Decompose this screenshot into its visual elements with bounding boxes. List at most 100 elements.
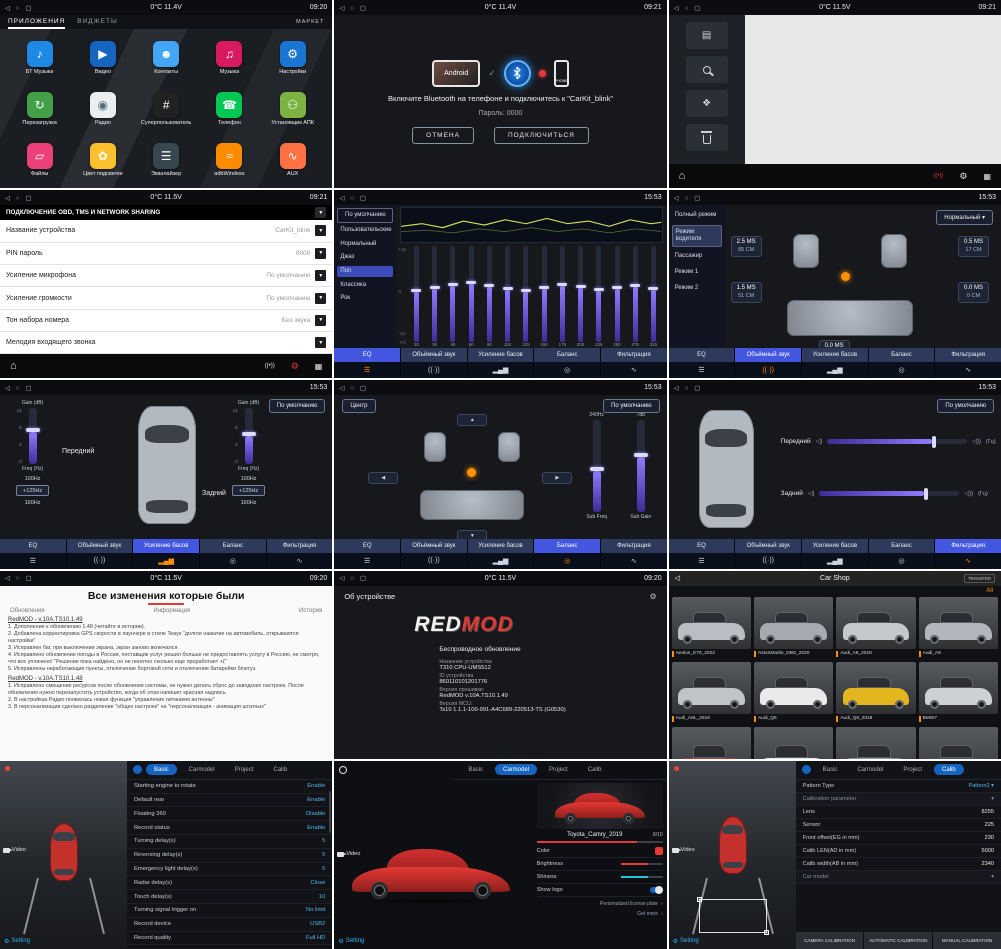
tab-eq[interactable]: EQ☰ bbox=[669, 539, 735, 569]
tab-filter[interactable]: Фильтрация∿ bbox=[935, 539, 1001, 569]
balance-position-dot[interactable] bbox=[467, 468, 476, 477]
automatic-calibration-button[interactable]: AUTOMATIC CALIBRATION bbox=[864, 932, 932, 949]
tab-basic[interactable]: Basic bbox=[146, 764, 177, 775]
eq-band[interactable]: 275 bbox=[627, 246, 643, 347]
car-3d-preview[interactable] bbox=[352, 849, 510, 895]
eq-band[interactable]: 60 bbox=[463, 246, 479, 347]
setting-row-ringtone[interactable]: Мелодия входящего звонка▼ bbox=[0, 332, 332, 354]
seat-front-left[interactable] bbox=[793, 234, 819, 268]
eq-band[interactable]: 225 bbox=[591, 246, 607, 347]
setting-button[interactable]: ⚙Setting bbox=[673, 938, 699, 945]
car-card[interactable]: AstonMartin_DBS_2020 bbox=[754, 597, 833, 659]
eq-band[interactable]: 150 bbox=[536, 246, 552, 347]
tab-calib[interactable]: Calib bbox=[580, 764, 610, 775]
app-radio[interactable]: ◉Радио bbox=[71, 83, 134, 134]
car-card[interactable]: Audi_Q8_2018 bbox=[836, 662, 915, 724]
tab-surround[interactable]: Объёмный звук((·)) bbox=[735, 539, 801, 569]
car-card[interactable]: Audi_A6_2018 bbox=[836, 597, 915, 659]
preset-normal[interactable]: Нормальный bbox=[337, 238, 393, 250]
car-card[interactable]: Audi_A8L_2018 bbox=[672, 662, 751, 724]
tab-bass-boost[interactable]: Усиление басов▂▄▆ bbox=[133, 539, 199, 569]
setting-row[interactable]: Turning signal trigger onNo limit bbox=[127, 904, 332, 918]
ota-link[interactable]: Беспроводное обновление bbox=[439, 646, 656, 653]
seat-rear-bench[interactable] bbox=[787, 300, 913, 336]
transfer-badge[interactable]: TRANSFER bbox=[964, 574, 995, 583]
setting-row[interactable]: Record deviceUSB2 bbox=[127, 918, 332, 932]
front-freq-160[interactable]: 160Hz bbox=[19, 498, 47, 507]
nav-icons[interactable]: ◁ ○ ▢ bbox=[5, 574, 34, 582]
setting-row-mic-gain[interactable]: Усиление микрофонаПо умолчанию▼ bbox=[0, 265, 332, 287]
nav-icons[interactable]: ◁ ○ ▢ bbox=[339, 194, 368, 202]
tab-filter[interactable]: Фильтрация∿ bbox=[935, 348, 1001, 378]
rear-gain-slider[interactable] bbox=[245, 408, 253, 464]
setting-row[interactable]: Turning delay(s)5 bbox=[127, 835, 332, 849]
default-button[interactable]: По умолчанию bbox=[603, 399, 660, 413]
mode-full[interactable]: Полный режим bbox=[672, 209, 722, 222]
brightness-row[interactable]: Brightness bbox=[537, 858, 663, 871]
camera-calibration-button[interactable]: CAMERA CALIBRATION bbox=[796, 932, 864, 949]
app-settings[interactable]: ⚙Настройки bbox=[261, 32, 324, 83]
delete-button[interactable] bbox=[686, 124, 728, 151]
calibration-frame[interactable] bbox=[699, 899, 767, 933]
setting-row[interactable]: Reversing delay(s)5 bbox=[127, 849, 332, 863]
pattern-type-row[interactable]: Pattern TypePattern2 ▾ bbox=[796, 780, 1001, 793]
rear-freq-125[interactable]: +125Hz bbox=[232, 485, 265, 496]
mode-passenger[interactable]: Пассажир bbox=[672, 250, 722, 263]
tab-updates[interactable]: Обновления bbox=[10, 608, 45, 614]
tab-balance[interactable]: Баланс◎ bbox=[200, 539, 266, 569]
delay-chip-rear-left[interactable]: 1.5 MS51 CM bbox=[731, 282, 762, 302]
app-video[interactable]: ▶Видео bbox=[71, 32, 134, 83]
eq-band[interactable]: 250 bbox=[609, 246, 625, 347]
app-contacts[interactable]: ☻Контакты bbox=[135, 32, 198, 83]
chevron-down-icon[interactable]: ▼ bbox=[315, 225, 326, 236]
nav-icons[interactable]: ◁ ○ ▢ bbox=[339, 4, 368, 12]
calib-width-row[interactable]: Calib width(AB in mm)2340 bbox=[796, 858, 1001, 871]
setting-row[interactable]: Touch delay(s)10 bbox=[127, 890, 332, 904]
model-progress-bar[interactable] bbox=[537, 841, 663, 843]
car-card-partial[interactable] bbox=[836, 727, 915, 759]
app-phone[interactable]: ☎Телефон bbox=[198, 83, 261, 134]
tab-balance[interactable]: Баланс◎ bbox=[534, 539, 600, 569]
balance-right-button[interactable]: ▶ bbox=[542, 472, 572, 484]
eq-band-slider[interactable] bbox=[432, 246, 437, 342]
front-filter-slider[interactable] bbox=[827, 439, 967, 444]
section-calibration-parameter[interactable]: Calibration parameter▾ bbox=[796, 793, 1001, 806]
tab-surround[interactable]: Объёмный звук((·)) bbox=[401, 348, 467, 378]
shiness-row[interactable]: Shiness bbox=[537, 871, 663, 884]
car-card-partial[interactable] bbox=[754, 727, 833, 759]
sound-field-select[interactable]: Нормальный ▾ bbox=[936, 210, 993, 225]
recents-icon[interactable]: ▦ bbox=[983, 172, 991, 181]
gear-icon[interactable]: ⚙ bbox=[291, 361, 299, 372]
tab-applications[interactable]: ПРИЛОЖЕНИЯ bbox=[8, 15, 65, 29]
tab-basic[interactable]: Basic bbox=[460, 764, 491, 775]
car-card-partial[interactable] bbox=[672, 727, 751, 759]
chevron-down-icon[interactable]: ▼ bbox=[315, 270, 326, 281]
eq-band-slider[interactable] bbox=[469, 246, 474, 342]
seat-front-left[interactable] bbox=[424, 432, 446, 462]
collapse-icon[interactable] bbox=[133, 765, 142, 774]
tab-eq[interactable]: EQ☰ bbox=[669, 348, 735, 378]
color-row[interactable]: Color bbox=[537, 845, 663, 858]
setting-button[interactable]: ⚙Setting bbox=[4, 938, 30, 945]
tab-carmodel[interactable]: Carmodel bbox=[849, 764, 891, 775]
tab-carmodel[interactable]: Carmodel bbox=[181, 764, 223, 775]
eq-band-slider[interactable] bbox=[523, 246, 528, 342]
seat-front-right[interactable] bbox=[498, 432, 520, 462]
front-gain-slider[interactable] bbox=[29, 408, 37, 464]
listening-position-dot[interactable] bbox=[841, 272, 850, 281]
connect-button[interactable]: ПОДКЛЮЧИТЬСЯ bbox=[494, 127, 589, 144]
delay-chip-front-right[interactable]: 0.5 MS17 CM bbox=[958, 236, 989, 256]
video-source-chip[interactable]: Video bbox=[672, 847, 695, 853]
rear-filter-slider[interactable] bbox=[819, 491, 959, 496]
tab-surround[interactable]: Объёмный звук((·)) bbox=[401, 539, 467, 569]
tab-eq[interactable]: EQ☰ bbox=[0, 539, 66, 569]
app-aux[interactable]: ∿AUX bbox=[261, 134, 324, 185]
setting-row[interactable]: Radar delay(s)Close bbox=[127, 876, 332, 890]
front-freq-125[interactable]: +125Hz bbox=[16, 485, 49, 496]
nav-icons[interactable]: ◁ ○ ▢ bbox=[5, 194, 34, 202]
mode-2[interactable]: Режим 2 bbox=[672, 282, 722, 295]
tab-filter[interactable]: Фильтрация∿ bbox=[601, 539, 667, 569]
nav-icons[interactable]: ◁ ○ ▢ bbox=[674, 4, 703, 12]
setting-row[interactable]: Emergency light delay(s)5 bbox=[127, 863, 332, 877]
setting-row[interactable]: Starting engine to rotateEnable bbox=[127, 780, 332, 794]
